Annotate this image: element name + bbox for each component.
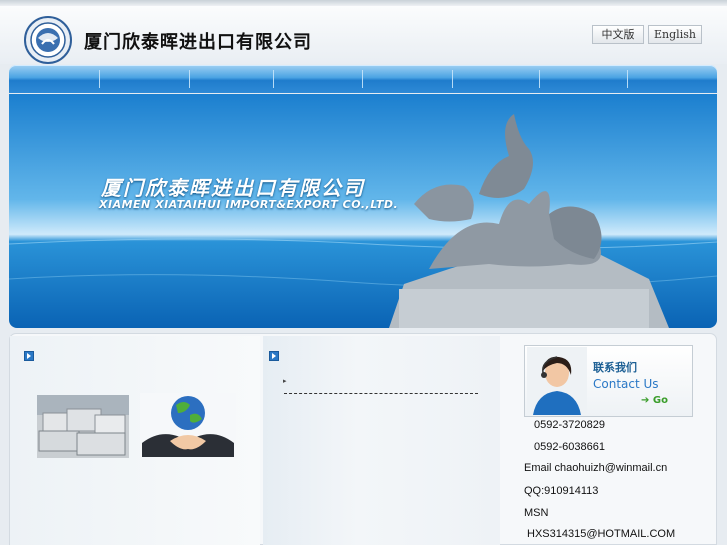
stone-blocks-image[interactable]: [37, 395, 129, 458]
banner-subtitle: XIAMEN XIATAIHUI IMPORT&EXPORT CO.,LTD.: [99, 198, 399, 211]
nav-separator: [273, 70, 274, 88]
contact-email[interactable]: Email chaohuizh@winmail.cn: [524, 462, 667, 474]
banner-scene: [9, 94, 717, 328]
chinese-version-button[interactable]: 中文版: [592, 25, 644, 44]
middle-column: [263, 336, 500, 545]
phone-1: 0592-3720829: [534, 419, 605, 431]
go-arrow-icon: ➔: [641, 395, 653, 406]
support-agent-icon: [527, 347, 587, 415]
hero-banner: 厦门欣泰晖进出口有限公司 XIAMEN XIATAIHUI IMPORT&EXP…: [9, 94, 717, 328]
section-bullet-icon: [269, 351, 279, 361]
company-logo: [24, 16, 72, 64]
nav-separator: [452, 70, 453, 88]
contact-go-link[interactable]: ➔ Go: [641, 395, 668, 406]
list-arrow-icon: ▸: [283, 377, 287, 385]
msn-label: MSN: [524, 507, 549, 519]
site-header: 厦门欣泰晖进出口有限公司 中文版 English: [0, 6, 727, 64]
phone-2: 0592-6038661: [534, 441, 605, 453]
nav-separator: [99, 70, 100, 88]
msn-address[interactable]: HXS314315@HOTMAIL.COM: [527, 528, 675, 540]
english-version-button[interactable]: English: [648, 25, 702, 44]
contact-title-cn: 联系我们: [593, 361, 637, 374]
contact-qq: QQ:910914113: [524, 485, 599, 497]
globe-handshake-image[interactable]: [140, 393, 236, 457]
nav-separator: [362, 70, 363, 88]
dashed-divider: [284, 393, 478, 394]
nav-separator: [627, 70, 628, 88]
go-label: Go: [652, 395, 668, 406]
nav-separator: [189, 70, 190, 88]
nav-separator: [539, 70, 540, 88]
section-bullet-icon: [24, 351, 34, 361]
company-name: 厦门欣泰晖进出口有限公司: [84, 32, 312, 53]
contact-title-en: Contact Us: [593, 377, 659, 391]
banner-title: 厦门欣泰晖进出口有限公司: [101, 176, 365, 200]
main-nav-bar: [9, 65, 717, 93]
